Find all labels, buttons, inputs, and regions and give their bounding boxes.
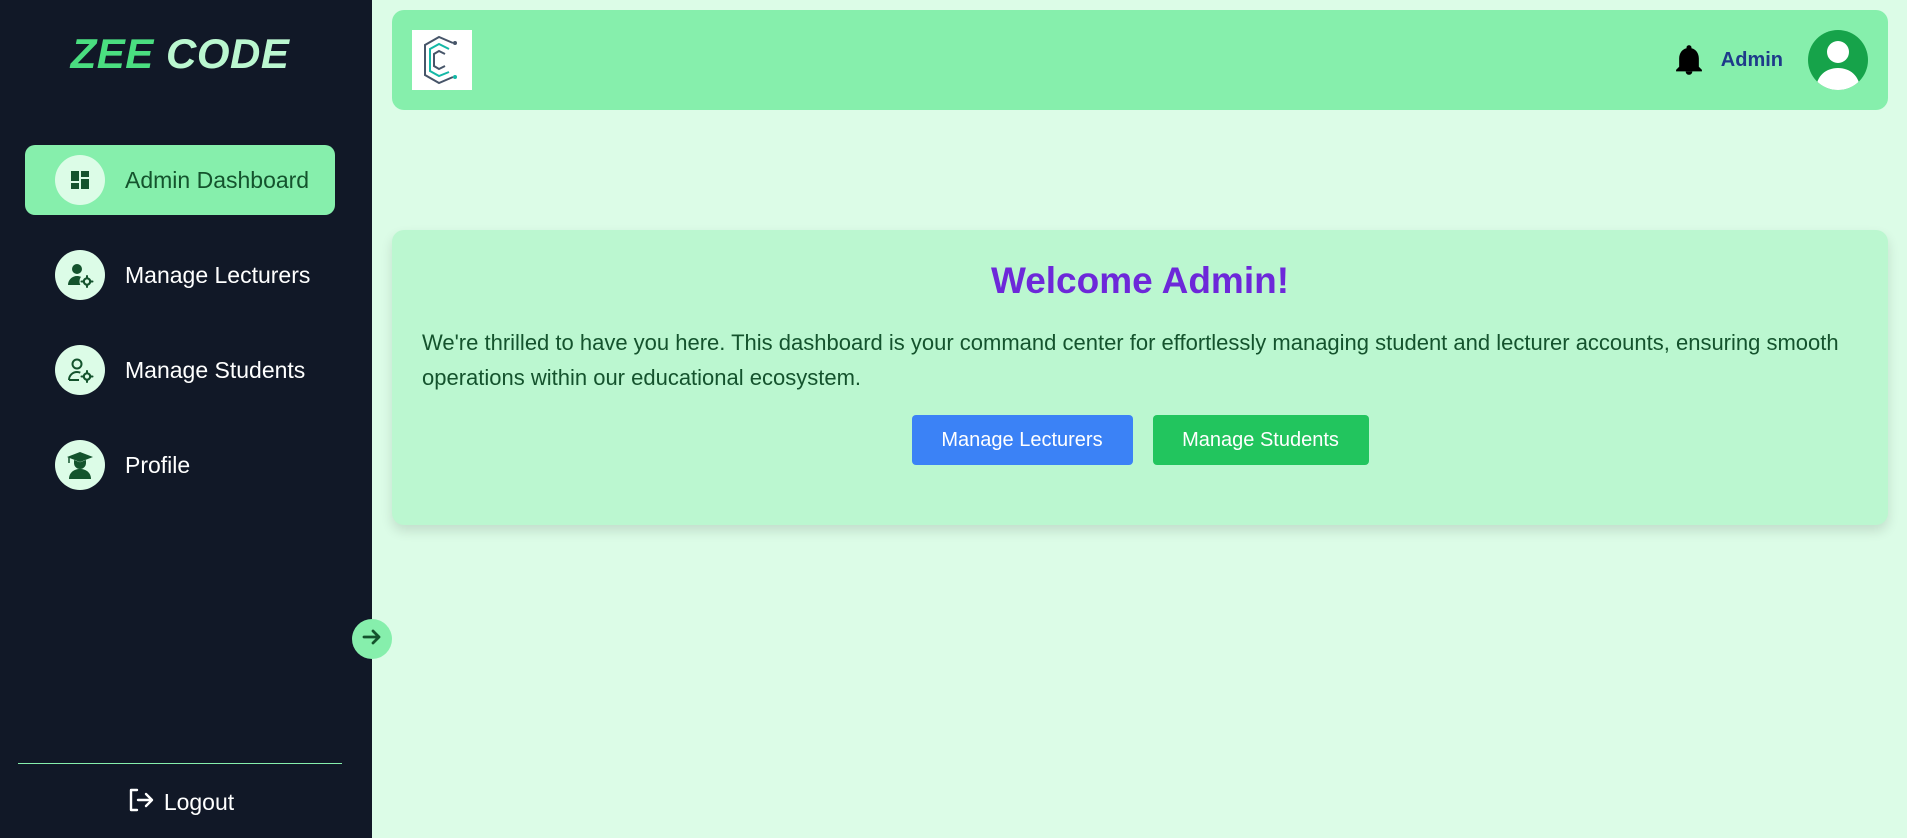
sidebar-item-label: Manage Lecturers [125,261,311,288]
sidebar-nav: Admin Dashboard Manage Lecturers Manage … [25,145,335,525]
welcome-actions: Manage Lecturers Manage Students [392,415,1888,465]
sidebar-item-label: Profile [125,451,191,478]
sidebar-item-admin-dashboard[interactable]: Admin Dashboard [25,145,335,215]
welcome-title: Welcome Admin! [990,260,1290,301]
sidebar-divider [18,763,342,764]
welcome-text: We're thrilled to have you here. This da… [422,330,1839,390]
manage-students-button[interactable]: Manage Students [1152,415,1369,465]
app: ZEE CODE Admin Dashboard Manage Lecturer… [0,0,1907,838]
logout-label: Logout [163,789,235,815]
top-header: Admin [392,10,1888,110]
arrow-right-icon [360,625,384,654]
logout-button[interactable]: Logout [0,786,360,819]
sidebar-item-label: Admin Dashboard [125,166,310,193]
manage-lecturers-button[interactable]: Manage Lecturers [911,415,1133,465]
welcome-card: Welcome Admin! We're thrilled to have yo… [392,230,1888,525]
c-logo-icon [412,30,472,90]
brand-part2: CODE [166,30,290,77]
user-gear-outline-icon [55,345,105,395]
avatar-icon[interactable] [1808,30,1868,90]
logout-icon [126,786,154,819]
brand-logo: ZEE CODE [0,30,360,78]
brand-part1: ZEE [70,30,154,77]
sidebar: ZEE CODE Admin Dashboard Manage Lecturer… [0,0,372,838]
sidebar-item-manage-students[interactable]: Manage Students [25,335,335,405]
graduate-icon [55,440,105,490]
bell-icon[interactable] [1672,43,1706,77]
header-user-name[interactable]: Admin [1721,49,1783,72]
sidebar-item-manage-lecturers[interactable]: Manage Lecturers [25,240,335,310]
user-gear-icon [55,250,105,300]
sidebar-item-label: Manage Students [125,356,306,383]
dashboard-icon [55,155,105,205]
header-user-area: Admin [1672,30,1868,90]
sidebar-toggle-button[interactable] [352,619,392,659]
sidebar-item-profile[interactable]: Profile [25,430,335,500]
